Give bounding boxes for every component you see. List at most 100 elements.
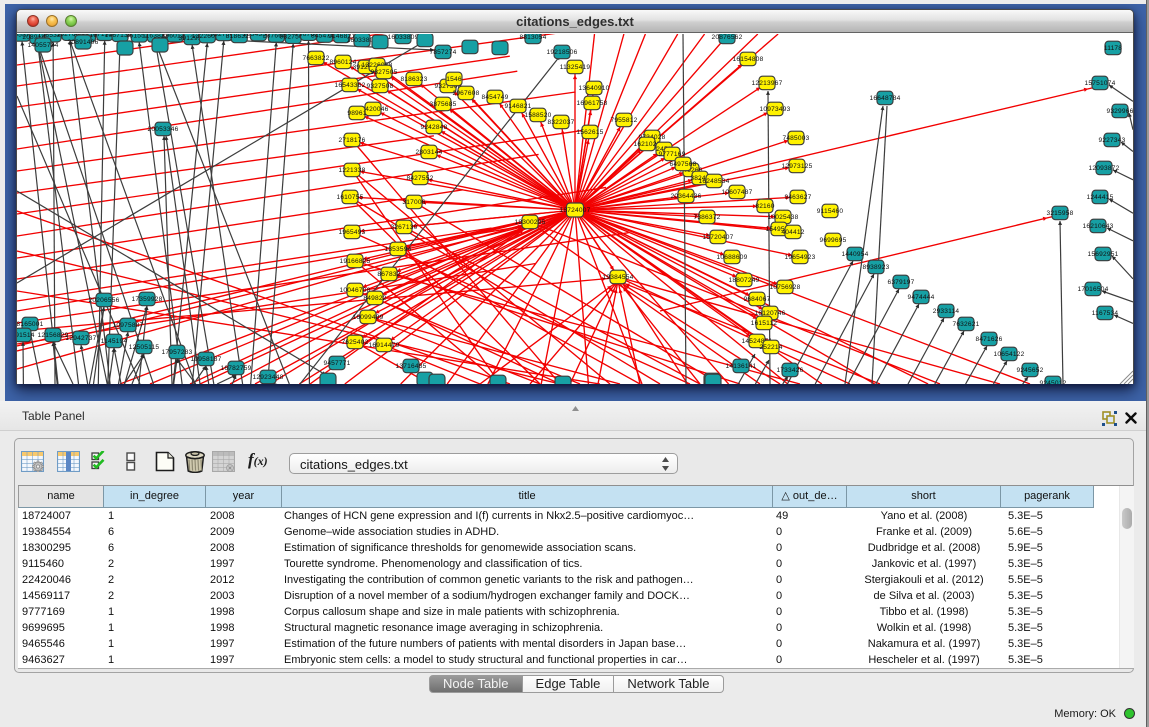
svg-text:7485003: 7485003 (782, 135, 809, 142)
svg-text:14055724: 14055724 (28, 42, 59, 49)
svg-text:12942737: 12942737 (66, 335, 97, 342)
svg-text:8165001: 8165001 (17, 321, 44, 328)
svg-text:1145194: 1145194 (101, 338, 128, 345)
svg-text:20891406: 20891406 (68, 39, 99, 46)
svg-text:10654122: 10654122 (994, 351, 1025, 358)
svg-text:9146821: 9146821 (504, 103, 531, 110)
svg-text:1546: 1546 (446, 76, 462, 83)
svg-text:1440954: 1440954 (841, 251, 868, 258)
svg-text:3215958: 3215958 (1046, 210, 1073, 217)
svg-text:11325419: 11325419 (560, 64, 591, 71)
svg-text:6497568: 6497568 (669, 161, 696, 168)
svg-text:1353594: 1353594 (384, 246, 411, 253)
svg-text:13640910: 13640910 (579, 85, 610, 92)
svg-text:17957283: 17957283 (162, 349, 193, 356)
svg-text:10607487: 10607487 (722, 189, 753, 196)
svg-text:404412: 404412 (781, 229, 804, 236)
svg-text:10688609: 10688609 (717, 254, 748, 261)
svg-text:9245012: 9245012 (1039, 380, 1066, 384)
svg-text:11178: 11178 (1104, 45, 1122, 52)
svg-text:17359928: 17359928 (132, 296, 163, 303)
svg-text:19218506: 19218506 (547, 49, 578, 56)
svg-text:9474444: 9474444 (907, 294, 934, 301)
svg-text:18807249: 18807249 (729, 277, 760, 284)
svg-text:8427552: 8427552 (406, 175, 433, 182)
svg-text:12973125: 12973125 (782, 163, 813, 170)
svg-text:7955812: 7955812 (610, 117, 637, 124)
svg-text:15692951: 15692951 (1088, 251, 1119, 258)
svg-text:10025438: 10025438 (768, 214, 799, 221)
svg-text:19384554: 19384554 (603, 274, 634, 281)
svg-text:8938923: 8938923 (862, 264, 889, 271)
svg-text:82160: 82160 (755, 203, 774, 210)
svg-text:20876562: 20876562 (712, 34, 743, 41)
svg-text:7632621: 7632621 (952, 321, 979, 328)
svg-text:2718176: 2718176 (338, 137, 365, 144)
svg-text:8454749: 8454749 (481, 94, 508, 101)
svg-text:8813054: 8813054 (519, 34, 546, 41)
svg-text:1733426: 1733426 (776, 367, 803, 374)
svg-text:12923448: 12923448 (253, 374, 284, 381)
svg-text:2933114: 2933114 (933, 308, 960, 315)
svg-text:16210643: 16210643 (1083, 223, 1114, 230)
svg-text:9329966: 9329966 (1106, 108, 1133, 115)
svg-text:19654923: 19654923 (785, 254, 816, 261)
svg-text:16782759: 16782759 (221, 365, 252, 372)
svg-text:14136141: 14136141 (726, 363, 757, 370)
svg-text:15720407: 15720407 (703, 234, 734, 241)
svg-text:12093872: 12093872 (1089, 165, 1120, 172)
svg-text:7625402: 7625402 (341, 339, 368, 346)
svg-text:1167534: 1167534 (1092, 310, 1119, 317)
svg-text:20206556: 20206556 (89, 297, 120, 304)
svg-text:9684067: 9684067 (743, 296, 770, 303)
svg-text:18724007: 18724007 (560, 207, 591, 214)
svg-text:20364436: 20364436 (671, 193, 702, 200)
svg-text:19166825: 19166825 (340, 258, 371, 265)
svg-text:2803144: 2803144 (415, 149, 442, 156)
svg-text:16914479: 16914479 (369, 342, 400, 349)
svg-text:16961758: 16961758 (577, 100, 608, 107)
svg-text:9699695: 9699695 (819, 237, 846, 244)
svg-text:9115460: 9115460 (817, 208, 844, 215)
svg-text:9327505: 9327505 (370, 69, 397, 76)
svg-text:9463627: 9463627 (784, 194, 811, 201)
svg-text:18300295: 18300295 (515, 219, 546, 226)
svg-text:9327508: 9327508 (366, 83, 393, 90)
svg-text:12213967: 12213967 (752, 80, 783, 87)
svg-text:16154808: 16154808 (733, 56, 764, 63)
svg-text:317006: 317006 (402, 199, 425, 206)
svg-text:10975887: 10975887 (113, 322, 144, 329)
svg-text:9227343: 9227343 (1098, 137, 1125, 144)
svg-text:3875685: 3875685 (429, 101, 456, 108)
svg-text:9242848: 9242848 (420, 124, 447, 131)
svg-text:7857274: 7857274 (429, 49, 456, 56)
svg-text:16248534: 16248534 (699, 178, 730, 185)
svg-text:16099489: 16099489 (353, 314, 384, 321)
svg-text:9457771: 9457771 (323, 360, 350, 367)
svg-text:20053346: 20053346 (148, 126, 179, 133)
svg-text:12505115: 12505115 (129, 344, 160, 351)
svg-text:3267130: 3267130 (390, 224, 417, 231)
svg-text:10756928: 10756928 (770, 284, 801, 291)
svg-text:1562615: 1562615 (576, 129, 603, 136)
svg-text:98961: 98961 (347, 110, 366, 117)
svg-text:10958187: 10958187 (191, 356, 222, 363)
svg-text:16543362: 16543362 (335, 82, 366, 89)
svg-text:10046708: 10046708 (340, 287, 371, 294)
svg-text:1244415: 1244415 (1086, 194, 1113, 201)
svg-text:10973493: 10973493 (760, 106, 791, 113)
svg-text:13716485: 13716485 (396, 363, 427, 370)
svg-text:1615112: 1615112 (751, 320, 778, 327)
svg-text:1965493: 1965493 (338, 229, 365, 236)
svg-text:867832: 867832 (377, 271, 400, 278)
svg-text:7663822: 7663822 (302, 55, 329, 62)
svg-text:16648784: 16648784 (870, 95, 901, 102)
svg-text:17016504: 17016504 (1078, 286, 1109, 293)
svg-text:16033809: 16033809 (388, 34, 419, 41)
svg-text:7386372: 7386372 (693, 214, 720, 221)
svg-text:9245652: 9245652 (1016, 367, 1043, 374)
svg-text:8471626: 8471626 (975, 336, 1002, 343)
svg-text:2967608: 2967608 (452, 90, 479, 97)
svg-text:849822: 849822 (363, 295, 386, 302)
svg-text:8186323: 8186323 (400, 76, 427, 83)
